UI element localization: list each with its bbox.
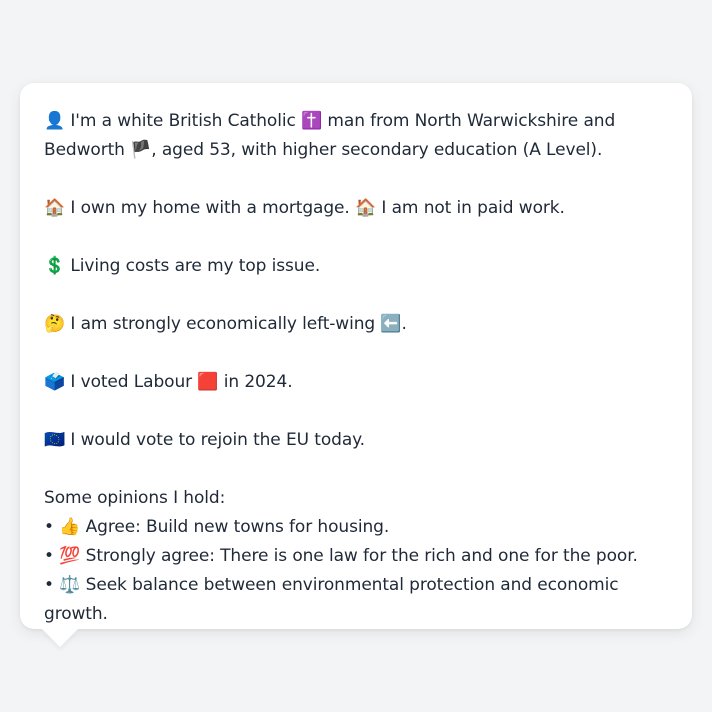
dollar-sign-icon: 💲 [44,256,66,276]
hundred-points-icon: 💯 [59,546,81,566]
eu-text: I would vote to rejoin the EU today. [70,430,365,450]
bullet: • [44,517,54,537]
identity-text-end: , aged 53, with higher secondary educati… [151,140,603,160]
home-text: I own my home with a mortgage. [70,198,355,218]
opinion-text: Strongly agree: There is one law for the… [85,546,638,566]
eu-paragraph: 🇪🇺 I would vote to rejoin the EU today. [44,426,672,455]
identity-paragraph: 👤 I'm a white British Catholic ✝️ man fr… [44,107,672,165]
balance-scale-icon: ⚖️ [59,575,81,595]
bubble-tail [42,629,78,647]
thinking-face-icon: 🤔 [44,314,66,334]
eu-flag-icon: 🇪🇺 [44,430,66,450]
economics-text: I am strongly economically left-wing [70,314,381,334]
opinion-item: • 💯 Strongly agree: There is one law for… [44,542,672,571]
vote-year-text: in 2024. [218,372,293,392]
ballot-box-icon: 🗳️ [44,372,66,392]
economics-suffix: . [401,314,407,334]
left-arrow-icon: ⬅️ [380,314,402,334]
work-text: I am not in paid work. [381,198,565,218]
bullet: • [44,575,54,595]
issue-text: Living costs are my top issue. [70,256,321,276]
identity-text-start: I'm a white British Catholic [70,111,302,131]
issue-paragraph: 💲 Living costs are my top issue. [44,252,672,281]
vote-text: I voted Labour [70,372,198,392]
opinion-text: Agree: Build new towns for housing. [85,517,390,537]
opinion-text: Seek balance between environmental prote… [44,575,619,624]
vote-paragraph: 🗳️ I voted Labour 🟥 in 2024. [44,368,672,397]
opinions-section: Some opinions I hold: • 👍 Agree: Build n… [44,484,672,629]
home-paragraph: 🏠 I own my home with a mortgage. 🏠 I am … [44,194,672,223]
opinions-heading: Some opinions I hold: [44,488,226,508]
opinion-item: • ⚖️ Seek balance between environmental … [44,571,672,629]
england-flag-icon: 🏴 [130,140,152,160]
red-square-icon: 🟥 [197,372,219,392]
house-icon: 🏠 [355,198,377,218]
house-icon: 🏠 [44,198,66,218]
cross-icon: ✝️ [301,111,323,131]
opinion-item: • 👍 Agree: Build new towns for housing. [44,513,672,542]
bullet: • [44,546,54,566]
economics-paragraph: 🤔 I am strongly economically left-wing ⬅… [44,310,672,339]
person-icon: 👤 [44,111,66,131]
persona-message-bubble: 👤 I'm a white British Catholic ✝️ man fr… [20,83,692,647]
thumbs-up-icon: 👍 [59,517,81,537]
